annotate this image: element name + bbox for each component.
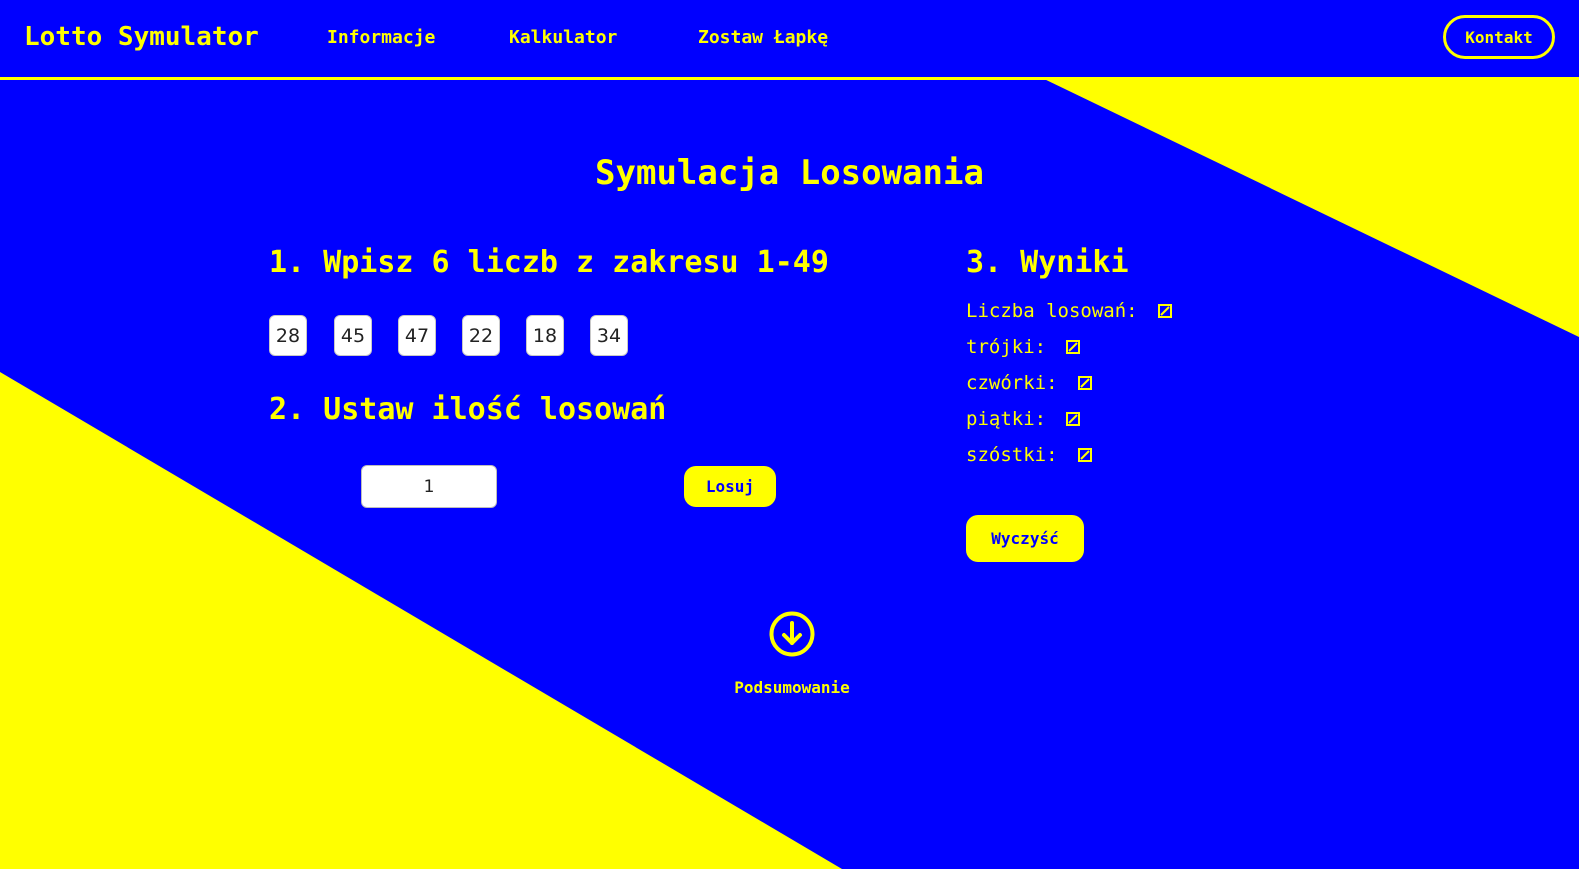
number-input-1[interactable]: 28 <box>269 315 307 356</box>
brand-logo[interactable]: Lotto Symulator <box>24 22 259 52</box>
result-label-fours: czwórki: <box>966 372 1058 394</box>
number-input-4[interactable]: 22 <box>462 315 500 356</box>
arrow-down-circle-icon[interactable] <box>769 611 815 657</box>
broken-value-icon <box>1066 340 1081 354</box>
result-row-sixes: szóstki: <box>966 444 1092 466</box>
number-input-5[interactable]: 18 <box>526 315 564 356</box>
broken-value-icon <box>1077 376 1092 390</box>
clear-button[interactable]: Wyczyść <box>966 515 1084 562</box>
number-input-2[interactable]: 45 <box>334 315 372 356</box>
result-label-sixes: szóstki: <box>966 444 1058 466</box>
broken-value-icon <box>1066 412 1081 426</box>
contact-button[interactable]: Kontakt <box>1443 15 1555 59</box>
result-row-draws: Liczba losowań: <box>966 300 1172 322</box>
main-content: Symulacja Losowania 1. Wpisz 6 liczb z z… <box>0 0 1579 869</box>
result-row-threes: trójki: <box>966 336 1081 358</box>
result-label-threes: trójki: <box>966 336 1047 358</box>
step2-heading: 2. Ustaw ilość losowań <box>269 392 667 427</box>
number-input-3[interactable]: 47 <box>398 315 436 356</box>
draw-button[interactable]: Losuj <box>684 466 776 507</box>
broken-value-icon <box>1077 448 1092 462</box>
summary-link[interactable]: Podsumowanie <box>692 678 892 697</box>
top-navbar: Lotto Symulator Informacje Kalkulator Zo… <box>0 0 1579 80</box>
result-label-fives: piątki: <box>966 408 1047 430</box>
step3-heading: 3. Wyniki <box>966 245 1129 280</box>
draw-count-input[interactable] <box>361 465 497 508</box>
result-row-fives: piątki: <box>966 408 1081 430</box>
step1-heading: 1. Wpisz 6 liczb z zakresu 1-49 <box>269 245 829 280</box>
broken-value-icon <box>1157 304 1172 318</box>
nav-link-informacje[interactable]: Informacje <box>327 27 435 48</box>
number-input-6[interactable]: 34 <box>590 315 628 356</box>
nav-link-kalkulator[interactable]: Kalkulator <box>509 27 617 48</box>
result-label-draws: Liczba losowań: <box>966 300 1138 322</box>
result-row-fours: czwórki: <box>966 372 1092 394</box>
nav-link-zostaw-lapke[interactable]: Zostaw Łapkę <box>698 27 828 48</box>
page-title: Symulacja Losowania <box>595 153 984 193</box>
